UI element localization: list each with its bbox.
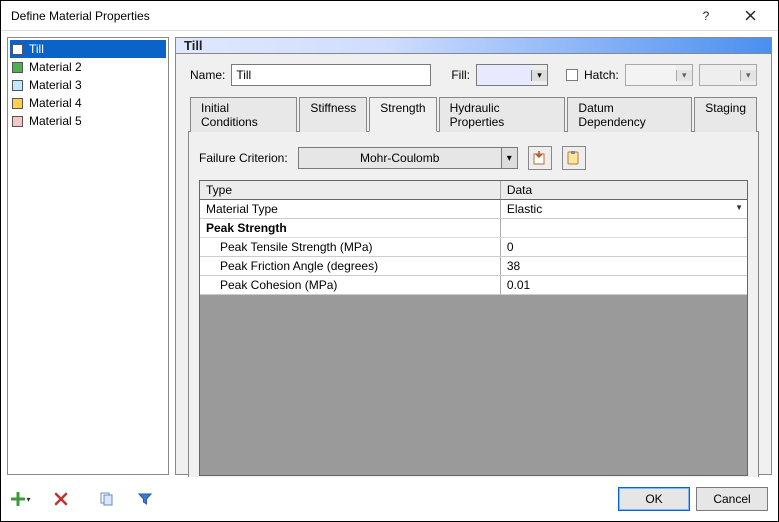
table-row[interactable]: Peak Tensile Strength (MPa) 0 <box>200 238 747 257</box>
fill-color-swatch-icon <box>477 65 531 85</box>
close-button[interactable] <box>728 2 772 30</box>
material-list: Till Material 2 Material 3 Material 4 Ma… <box>7 37 169 475</box>
material-item[interactable]: Material 4 <box>10 94 166 112</box>
add-material-button[interactable]: ▾ <box>11 489 31 509</box>
table-row: Peak Strength <box>200 219 747 238</box>
filter-button[interactable] <box>135 489 155 509</box>
material-item[interactable]: Material 2 <box>10 58 166 76</box>
material-item[interactable]: Material 3 <box>10 76 166 94</box>
dialog-body: Till Material 2 Material 3 Material 4 Ma… <box>1 31 778 477</box>
cell-data <box>501 219 747 237</box>
tab-datum-dependency[interactable]: Datum Dependency <box>567 97 692 132</box>
fill-color-dropdown[interactable]: ▾ <box>476 64 548 86</box>
column-type: Type <box>200 181 501 199</box>
name-fill-row: Name: Fill: ▾ Hatch: ▾ ▾ <box>176 54 771 92</box>
tab-stiffness[interactable]: Stiffness <box>299 97 367 132</box>
cell-data[interactable]: 0 <box>501 238 747 256</box>
cell-data[interactable]: Elastic ▼ <box>501 200 747 218</box>
material-swatch-icon <box>12 98 23 109</box>
chevron-down-icon: ▼ <box>735 203 743 212</box>
chevron-down-icon: ▾ <box>740 70 756 81</box>
ok-button[interactable]: OK <box>618 487 690 511</box>
filter-icon <box>138 492 152 506</box>
close-icon <box>745 10 756 21</box>
tab-strength[interactable]: Strength <box>369 97 436 132</box>
cell-data[interactable]: 38 <box>501 257 747 275</box>
chevron-down-icon: ▾ <box>501 148 517 168</box>
cancel-button[interactable]: Cancel <box>696 487 768 511</box>
table-row[interactable]: Peak Cohesion (MPa) 0.01 <box>200 276 747 295</box>
grid-header-row: Type Data <box>200 181 747 200</box>
title-bar: Define Material Properties ? <box>1 1 778 31</box>
chevron-down-icon: ▾ <box>531 70 547 81</box>
hatch-color-dropdown[interactable]: ▾ <box>699 64 757 86</box>
chevron-down-icon: ▾ <box>26 495 30 504</box>
tab-staging[interactable]: Staging <box>694 97 757 132</box>
property-grid: Type Data Material Type Elastic ▼ Peak S… <box>199 180 748 476</box>
failure-criterion-label: Failure Criterion: <box>199 151 288 165</box>
import-icon <box>533 151 547 165</box>
cell-type: Peak Friction Angle (degrees) <box>200 257 501 275</box>
fill-label: Fill: <box>451 68 470 82</box>
tab-hydraulic-properties[interactable]: Hydraulic Properties <box>439 97 566 132</box>
material-item[interactable]: Material 5 <box>10 112 166 130</box>
help-button[interactable]: ? <box>684 2 728 30</box>
chevron-down-icon: ▾ <box>676 70 692 81</box>
material-swatch-icon <box>12 116 23 127</box>
tab-strip: Initial Conditions Stiffness Strength Hy… <box>176 96 771 131</box>
material-label: Material 4 <box>29 96 82 110</box>
cell-type: Peak Cohesion (MPa) <box>200 276 501 294</box>
material-label: Material 2 <box>29 60 82 74</box>
material-label: Material 5 <box>29 114 82 128</box>
main-panel: Till Name: Fill: ▾ Hatch: ▾ <box>175 37 772 475</box>
failure-criterion-dropdown[interactable]: Mohr-Coulomb ▾ <box>298 147 518 169</box>
tab-initial-conditions[interactable]: Initial Conditions <box>190 97 297 132</box>
material-swatch-icon <box>12 80 23 91</box>
material-swatch-icon <box>12 62 23 73</box>
material-header: Till <box>176 38 771 54</box>
plus-icon <box>11 492 25 506</box>
copy-material-button[interactable] <box>97 489 117 509</box>
cell-type: Peak Strength <box>200 219 501 237</box>
delete-material-button[interactable] <box>51 489 71 509</box>
hatch-label: Hatch: <box>584 68 619 82</box>
delete-icon <box>54 492 68 506</box>
footer-bar: ▾ OK Cancel <box>1 477 778 521</box>
table-row[interactable]: Peak Friction Angle (degrees) 38 <box>200 257 747 276</box>
material-label: Material 3 <box>29 78 82 92</box>
grid-empty-area <box>200 295 747 475</box>
tab-pane-strength: Failure Criterion: Mohr-Coulomb ▾ Type <box>188 131 759 477</box>
name-input[interactable] <box>231 64 431 86</box>
window-title: Define Material Properties <box>11 9 684 23</box>
paste-button[interactable] <box>562 146 586 170</box>
cell-type: Material Type <box>200 200 501 218</box>
cell-type: Peak Tensile Strength (MPa) <box>200 238 501 256</box>
hatch-checkbox[interactable] <box>566 69 578 81</box>
table-row[interactable]: Material Type Elastic ▼ <box>200 200 747 219</box>
dialog-window: Define Material Properties ? Till Materi… <box>0 0 779 522</box>
material-swatch-icon <box>12 44 23 55</box>
cell-data[interactable]: 0.01 <box>501 276 747 294</box>
column-data: Data <box>501 181 747 199</box>
import-button[interactable] <box>528 146 552 170</box>
hatch-pattern-dropdown[interactable]: ▾ <box>625 64 693 86</box>
copy-icon <box>100 492 114 506</box>
failure-criterion-row: Failure Criterion: Mohr-Coulomb ▾ <box>189 132 758 180</box>
paste-icon <box>567 151 581 165</box>
material-label: Till <box>29 42 44 56</box>
material-item[interactable]: Till <box>10 40 166 58</box>
name-label: Name: <box>190 68 225 82</box>
failure-criterion-value: Mohr-Coulomb <box>299 151 501 165</box>
